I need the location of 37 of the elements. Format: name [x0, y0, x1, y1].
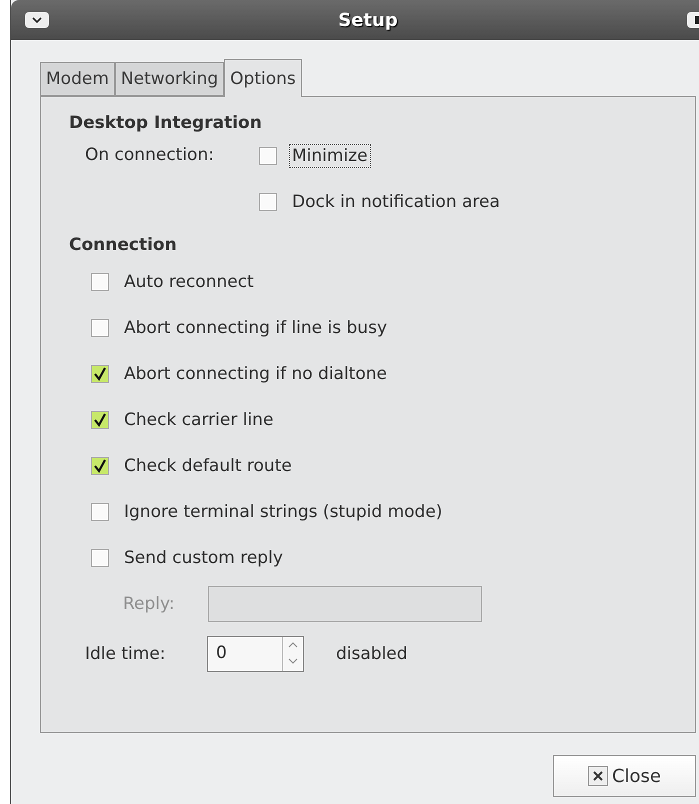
section-heading: Connection [69, 235, 178, 255]
checkmark-icon [93, 459, 107, 473]
checkbox-label[interactable]: Check default route [121, 454, 295, 478]
checkbox-label[interactable]: Minimize [289, 144, 371, 168]
field-label: On connection: [85, 144, 215, 167]
window-title: Setup [338, 10, 398, 30]
tab[interactable]: Options [224, 59, 302, 97]
field-label: Reply: [123, 594, 176, 614]
checkbox-label[interactable]: Ignore terminal strings (stupid mode) [121, 500, 446, 524]
checkbox-label[interactable]: Abort connecting if line is busy [121, 316, 390, 340]
chevron-down-icon [32, 17, 42, 23]
reply-field[interactable] [208, 586, 482, 622]
checkbox[interactable] [91, 549, 109, 567]
checkbox[interactable] [259, 193, 277, 211]
checkmark-icon [93, 367, 107, 381]
checkbox-label[interactable]: Dock in notification area [289, 190, 503, 214]
idle-time-note: disabled [336, 644, 408, 664]
checkbox-label[interactable]: Check carrier line [121, 408, 276, 432]
checkbox-label[interactable]: Send custom reply [121, 546, 286, 570]
checkbox[interactable] [259, 147, 277, 165]
tab[interactable]: Networking [114, 62, 224, 96]
field-label: Idle time: [85, 644, 167, 664]
idle-time-spinner[interactable]: 0 [207, 636, 304, 672]
checkbox-label[interactable]: Auto reconnect [121, 270, 257, 294]
checkbox[interactable] [91, 503, 109, 521]
window-menu-button[interactable] [25, 12, 49, 28]
checkmark-icon [93, 413, 107, 427]
checkbox[interactable] [91, 457, 109, 475]
checkbox-label[interactable]: Abort connecting if no dialtone [121, 362, 390, 386]
checkbox[interactable] [91, 319, 109, 337]
checkbox[interactable] [91, 273, 109, 291]
section-heading: Desktop Integration [69, 113, 263, 133]
checkbox[interactable] [91, 411, 109, 429]
close-button[interactable]: Close [553, 755, 696, 797]
close-icon [588, 766, 608, 786]
tab[interactable]: Modem [40, 62, 115, 96]
checkbox[interactable] [91, 365, 109, 383]
